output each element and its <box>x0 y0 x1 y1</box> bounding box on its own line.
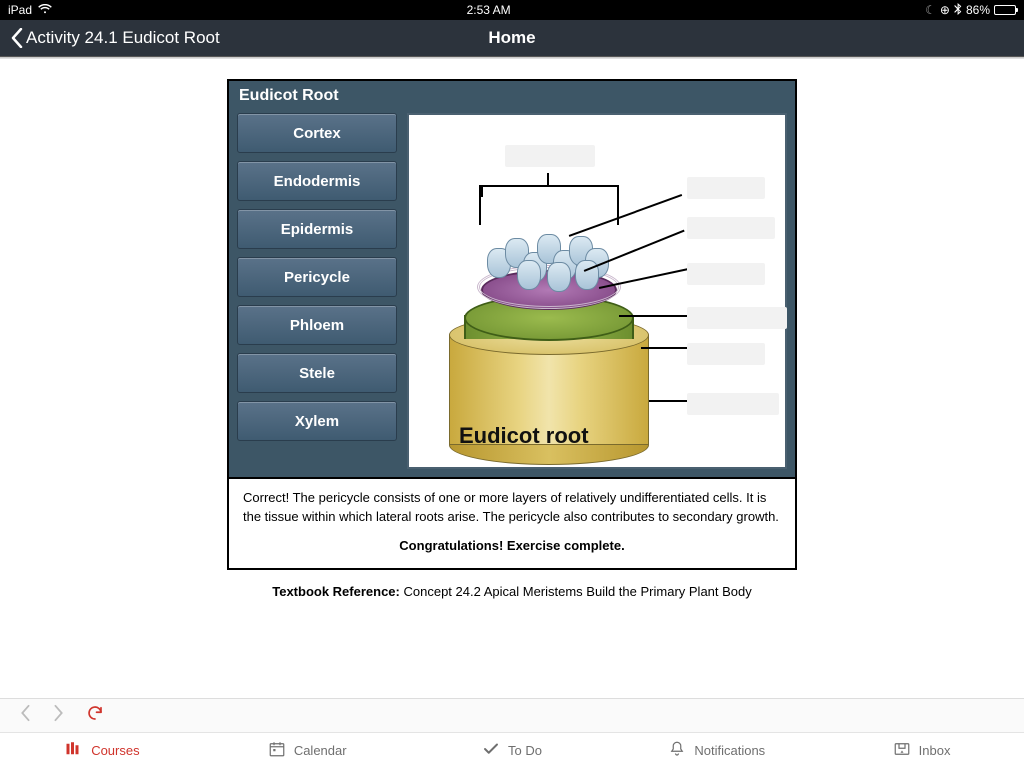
tab-courses[interactable]: Courses <box>0 733 205 768</box>
tab-notifications-label: Notifications <box>694 743 765 758</box>
back-label: Activity 24.1 Eudicot Root <box>26 28 220 48</box>
term-cortex[interactable]: Cortex <box>237 113 397 153</box>
chevron-left-icon <box>10 28 24 48</box>
tab-inbox-label: Inbox <box>919 743 951 758</box>
term-pericycle[interactable]: Pericycle <box>237 257 397 297</box>
feedback-box: Correct! The pericycle consists of one o… <box>227 479 797 570</box>
tab-calendar-label: Calendar <box>294 743 347 758</box>
battery-percent: 86% <box>966 3 990 17</box>
bell-icon <box>668 740 686 761</box>
tab-courses-label: Courses <box>91 743 139 758</box>
activity-panel: Eudicot Root Cortex Endodermis Epidermis… <box>227 79 797 479</box>
activity-title: Eudicot Root <box>229 81 795 113</box>
term-xylem[interactable]: Xylem <box>237 401 397 441</box>
drop-target-6[interactable] <box>687 393 779 415</box>
diagram-area[interactable]: Eudicot root <box>407 113 787 469</box>
congrats-text: Congratulations! Exercise complete. <box>243 537 781 556</box>
textbook-reference: Textbook Reference: Concept 24.2 Apical … <box>227 584 797 599</box>
drop-target-2[interactable] <box>687 217 775 239</box>
main-content: Eudicot Root Cortex Endodermis Epidermis… <box>0 59 1024 599</box>
drop-target-1[interactable] <box>687 177 765 199</box>
ios-status-bar: iPad 2:53 AM ☾ ⊕ 86% <box>0 0 1024 20</box>
bracket-icon <box>479 185 619 225</box>
inbox-icon <box>893 740 911 761</box>
wifi-icon <box>38 3 52 17</box>
calendar-icon <box>268 740 286 761</box>
reference-label: Textbook Reference: <box>272 584 400 599</box>
orientation-lock-icon: ⊕ <box>940 3 950 17</box>
webview-toolbar <box>0 698 1024 732</box>
reference-text: Concept 24.2 Apical Meristems Build the … <box>400 584 752 599</box>
term-epidermis[interactable]: Epidermis <box>237 209 397 249</box>
feedback-text: Correct! The pericycle consists of one o… <box>243 489 781 527</box>
tab-inbox[interactable]: Inbox <box>819 733 1024 768</box>
battery-icon <box>994 5 1016 15</box>
nav-back-icon[interactable] <box>18 704 32 727</box>
drop-target-stele[interactable] <box>505 145 595 167</box>
term-phloem[interactable]: Phloem <box>237 305 397 345</box>
tab-notifications[interactable]: Notifications <box>614 733 819 768</box>
tab-todo-label: To Do <box>508 743 542 758</box>
clock: 2:53 AM <box>52 3 925 17</box>
tab-bar: Courses Calendar To Do Notifications Inb… <box>0 732 1024 768</box>
diagram-caption: Eudicot root <box>459 423 589 449</box>
term-list: Cortex Endodermis Epidermis Pericycle Ph… <box>237 113 397 469</box>
drop-target-5[interactable] <box>687 343 765 365</box>
term-endodermis[interactable]: Endodermis <box>237 161 397 201</box>
xylem-cluster <box>487 230 611 290</box>
bluetooth-icon <box>954 3 962 18</box>
check-icon <box>482 740 500 761</box>
app-nav-bar: Activity 24.1 Eudicot Root Home <box>0 20 1024 57</box>
moon-icon: ☾ <box>925 3 936 17</box>
back-button[interactable]: Activity 24.1 Eudicot Root <box>10 28 220 48</box>
drop-target-4[interactable] <box>687 307 787 329</box>
tab-todo[interactable]: To Do <box>410 733 615 768</box>
device-label: iPad <box>8 3 32 17</box>
courses-icon <box>65 740 83 761</box>
term-stele[interactable]: Stele <box>237 353 397 393</box>
drop-target-3[interactable] <box>687 263 765 285</box>
nav-forward-icon[interactable] <box>52 704 66 727</box>
refresh-icon[interactable] <box>86 704 104 727</box>
tab-calendar[interactable]: Calendar <box>205 733 410 768</box>
